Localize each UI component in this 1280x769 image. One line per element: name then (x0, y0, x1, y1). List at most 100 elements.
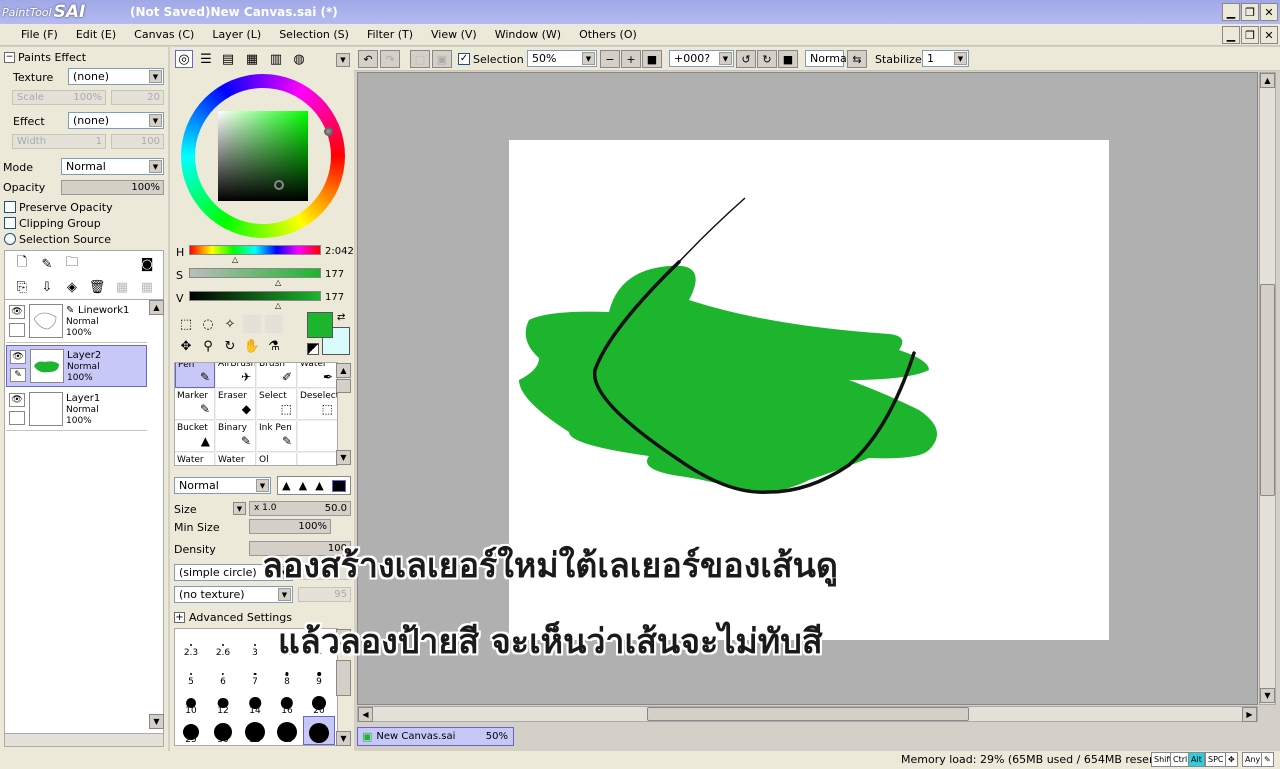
zoom-reset-icon[interactable]: ■ (642, 50, 662, 68)
maximize-button[interactable]: ❐ (1241, 3, 1259, 21)
vscroll-up[interactable]: ▲ (1260, 73, 1275, 88)
lock-box[interactable] (9, 411, 25, 425)
chevron-down-icon[interactable]: ▼ (233, 502, 246, 515)
layer-hscroll[interactable] (4, 733, 164, 747)
menu-selection[interactable]: Selection (S) (270, 24, 358, 46)
size-slider[interactable]: x 1.0 50.0 (249, 501, 351, 516)
rotation-dropdown[interactable]: +000? ▼ (669, 50, 734, 67)
menu-edit[interactable]: Edit (E) (67, 24, 125, 46)
brush-size-cell[interactable]: 3 (239, 629, 271, 658)
chevron-down-icon[interactable]: ▼ (336, 53, 350, 67)
brush-size-cell[interactable]: 7 (239, 658, 271, 687)
layer-mask-icon[interactable]: ◙ (138, 255, 156, 273)
new-linework-layer-icon[interactable]: ✎ (38, 255, 56, 273)
color-wheel-tab-icon[interactable]: ◎ (175, 50, 193, 68)
brush-size-cell[interactable]: 2.3 (175, 629, 207, 658)
doc-minimize-button[interactable]: ▁ (1222, 26, 1240, 44)
rgb-slider-tab-icon[interactable]: ☰ (197, 50, 215, 68)
zoom-in-icon[interactable]: + (621, 50, 641, 68)
brush-size-cell[interactable]: 40 (271, 716, 303, 745)
merge-mask-icon[interactable]: ▦ (138, 278, 156, 296)
layer-row-selected[interactable]: 👁 ✎ Layer2 Normal 100% (6, 345, 147, 387)
brush-slot[interactable] (298, 421, 337, 452)
brush-size-cell[interactable]: 16 (271, 687, 303, 716)
preserve-opacity-checkbox[interactable] (4, 201, 16, 213)
vscroll-thumb[interactable] (1260, 284, 1275, 496)
canvas-vscroll[interactable]: ▲ ▼ (1259, 72, 1276, 705)
brush-slot[interactable]: Bucket ▲ (175, 421, 215, 452)
doc-restore-button[interactable]: ❐ (1241, 26, 1259, 44)
canvas-hscroll[interactable]: ◀ ▶ (357, 706, 1258, 722)
eyedropper-icon[interactable]: ⚗ (265, 337, 283, 355)
brush-slot[interactable]: Binary ✎ (216, 421, 256, 452)
hscroll-thumb[interactable] (647, 707, 969, 721)
brush-size-cell[interactable]: 6 (207, 658, 239, 687)
close-button[interactable]: ✕ (1260, 3, 1278, 21)
zoom-out-icon[interactable]: − (600, 50, 620, 68)
value-slider[interactable] (189, 291, 321, 301)
doc-close-button[interactable]: ✕ (1260, 26, 1278, 44)
texture-dropdown[interactable]: (none) ▼ (68, 68, 164, 85)
lasso-icon[interactable]: ◌ (199, 315, 217, 333)
swatch-tab-icon[interactable]: ▦ (243, 50, 261, 68)
shape-medium-icon[interactable]: ▲ (299, 479, 307, 492)
move-icon[interactable]: ✥ (177, 337, 195, 355)
brush-scroll-up[interactable]: ▲ (336, 363, 351, 378)
advanced-settings-label[interactable]: Advanced Settings (189, 611, 292, 624)
rect-select-icon[interactable]: ⬚ (177, 315, 195, 333)
redo-icon[interactable]: ↷ (380, 50, 400, 68)
clipping-group-checkbox[interactable] (4, 217, 16, 229)
brush-scroll-down[interactable]: ▼ (336, 450, 351, 465)
scratchpad-tab-icon[interactable]: ▥ (267, 50, 285, 68)
eye-icon[interactable]: 👁 (10, 350, 26, 364)
rotate-right-icon[interactable]: ↻ (757, 50, 777, 68)
menu-filter[interactable]: Filter (T) (358, 24, 422, 46)
brush-slot[interactable]: Eraser ◆ (216, 389, 256, 420)
layer-opacity-slider[interactable]: 100% (61, 180, 164, 195)
brush-size-cell[interactable]: 10 (175, 687, 207, 716)
menu-view[interactable]: View (V) (422, 24, 486, 46)
copy-layer-icon[interactable]: ⎘ (13, 278, 31, 296)
minimize-button[interactable]: ▁ (1222, 3, 1240, 21)
lock-box[interactable] (9, 323, 25, 337)
clear-layer-icon[interactable]: ◈ (63, 278, 81, 296)
brush-slot[interactable]: Select ⬚ (257, 389, 297, 420)
layer-scroll-up[interactable]: ▲ (149, 300, 164, 315)
brush-shape-selector[interactable]: ▲ ▲ ▲ (277, 476, 351, 495)
expand-icon[interactable]: + (174, 612, 185, 623)
scale-slider[interactable]: Scale 100% (12, 90, 106, 105)
hsv-slider-tab-icon[interactable]: ▤ (219, 50, 237, 68)
delete-layer-icon[interactable]: 🗑 (88, 278, 106, 296)
rotate-reset-icon[interactable]: ■ (778, 50, 798, 68)
brush-lock-icon[interactable]: ✎ (10, 368, 26, 382)
hand-icon[interactable]: ✋ (243, 337, 261, 355)
swap-colors-icon[interactable]: ⇄ (337, 312, 345, 323)
brush-slot[interactable]: Brush ✐ (257, 363, 297, 388)
rotate-icon[interactable]: ↻ (221, 337, 239, 355)
foreground-color-swatch[interactable] (307, 312, 333, 338)
brush-slot[interactable]: Marker ✎ (175, 389, 215, 420)
scale-number[interactable]: 20 (111, 90, 164, 105)
new-layer-icon[interactable]: 🗋 (13, 255, 31, 273)
brush-slot[interactable]: AirBrush ✈ (216, 363, 256, 388)
brush-slot[interactable] (298, 453, 337, 465)
undo-icon[interactable]: ↶ (358, 50, 378, 68)
flip-horizontal-icon[interactable]: ⇆ (847, 50, 867, 68)
selection-checkbox[interactable]: ✓ (458, 53, 470, 65)
layer-row[interactable]: 👁 Layer1 Normal 100% (6, 389, 147, 431)
canvas-viewport[interactable] (357, 72, 1258, 705)
effect-dropdown[interactable]: (none) ▼ (68, 112, 164, 129)
brush-size-cell[interactable]: 5 (175, 658, 207, 687)
shape-soft-icon[interactable]: ▲ (315, 479, 323, 492)
stabilizer-dropdown[interactable]: 1 ▼ (922, 50, 969, 67)
new-folder-icon[interactable]: 🗀 (63, 255, 81, 273)
brush-slot[interactable]: Ink Pen ✎ (257, 421, 297, 452)
shape-hard-icon[interactable]: ▲ (282, 479, 290, 492)
eye-icon[interactable]: 👁 (9, 393, 25, 407)
palette-tab-icon[interactable]: ◍ (290, 50, 308, 68)
apply-mask-icon[interactable]: ▦ (113, 278, 131, 296)
zoom-dropdown[interactable]: 50% ▼ (527, 50, 597, 67)
brush-size-cell[interactable]: 50 (303, 716, 335, 745)
brush-size-cell[interactable]: 25 (175, 716, 207, 745)
menu-others[interactable]: Others (O) (570, 24, 646, 46)
